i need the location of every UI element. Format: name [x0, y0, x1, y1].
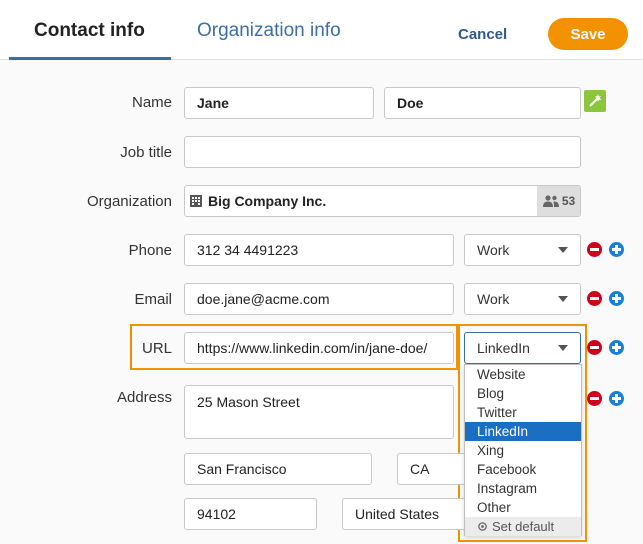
- save-button[interactable]: Save: [548, 18, 628, 50]
- dropdown-option[interactable]: Xing: [465, 441, 581, 460]
- tab-contact-info[interactable]: Contact info: [34, 20, 145, 42]
- phone-type-value: Work: [477, 242, 510, 258]
- job-title-label: Job title: [120, 144, 172, 161]
- set-default-label: Set default: [492, 519, 555, 534]
- building-icon: [190, 195, 202, 207]
- email-type-value: Work: [477, 291, 510, 307]
- people-count: 53: [561, 194, 576, 208]
- url-type-value: LinkedIn: [477, 340, 530, 356]
- caret-down-icon: [558, 345, 568, 351]
- last-name-input[interactable]: Doe: [384, 87, 581, 119]
- organization-people-count[interactable]: 53: [537, 186, 580, 216]
- country-input[interactable]: United States: [342, 498, 467, 530]
- add-phone-button[interactable]: [609, 242, 624, 257]
- dropdown-option-selected[interactable]: LinkedIn: [465, 422, 581, 441]
- dropdown-option[interactable]: Blog: [465, 384, 581, 403]
- remove-address-button[interactable]: [587, 391, 602, 406]
- email-input[interactable]: doe.jane@acme.com: [184, 283, 454, 315]
- caret-down-icon: [558, 247, 568, 253]
- header: Contact info Organization info Cancel Sa…: [0, 0, 643, 60]
- phone-type-select[interactable]: Work: [464, 234, 581, 266]
- url-label: URL: [141, 340, 172, 357]
- first-name-input[interactable]: Jane: [184, 87, 374, 119]
- add-email-button[interactable]: [609, 291, 624, 306]
- remove-phone-button[interactable]: [587, 242, 602, 257]
- remove-email-button[interactable]: [587, 291, 602, 306]
- url-input[interactable]: https://www.linkedin.com/in/jane-doe/: [184, 332, 454, 364]
- magic-wand-icon: [589, 94, 602, 107]
- name-label: Name: [131, 94, 172, 111]
- set-default-option[interactable]: Set default: [465, 517, 581, 536]
- cancel-button[interactable]: Cancel: [458, 26, 507, 43]
- organization-input[interactable]: Big Company Inc. 53: [184, 185, 581, 217]
- street-input[interactable]: 25 Mason Street: [184, 385, 454, 439]
- url-type-select[interactable]: LinkedIn: [464, 332, 581, 364]
- organization-label: Organization: [86, 193, 172, 210]
- zip-input[interactable]: 94102: [184, 498, 317, 530]
- dropdown-option[interactable]: Twitter: [465, 403, 581, 422]
- city-input[interactable]: San Francisco: [184, 453, 372, 485]
- magic-wand-button[interactable]: [584, 90, 606, 112]
- organization-name: Big Company Inc.: [208, 193, 327, 209]
- dropdown-option[interactable]: Other: [465, 498, 581, 517]
- job-title-input[interactable]: [184, 136, 581, 168]
- add-address-button[interactable]: [609, 391, 624, 406]
- dropdown-option[interactable]: Instagram: [465, 479, 581, 498]
- add-url-button[interactable]: [609, 340, 624, 355]
- active-tab-indicator: [9, 57, 171, 60]
- remove-url-button[interactable]: [587, 340, 602, 355]
- tab-organization-info[interactable]: Organization info: [197, 20, 341, 42]
- gear-icon: [478, 522, 487, 531]
- state-input[interactable]: CA: [397, 453, 467, 485]
- address-label: Address: [116, 389, 172, 406]
- phone-label: Phone: [128, 242, 172, 259]
- caret-down-icon: [558, 296, 568, 302]
- url-type-dropdown: Website Blog Twitter LinkedIn Xing Faceb…: [464, 364, 582, 536]
- email-label: Email: [134, 291, 172, 308]
- people-icon: [542, 195, 559, 207]
- dropdown-option[interactable]: Website: [465, 365, 581, 384]
- email-type-select[interactable]: Work: [464, 283, 581, 315]
- dropdown-option[interactable]: Facebook: [465, 460, 581, 479]
- phone-input[interactable]: 312 34 4491223: [184, 234, 454, 266]
